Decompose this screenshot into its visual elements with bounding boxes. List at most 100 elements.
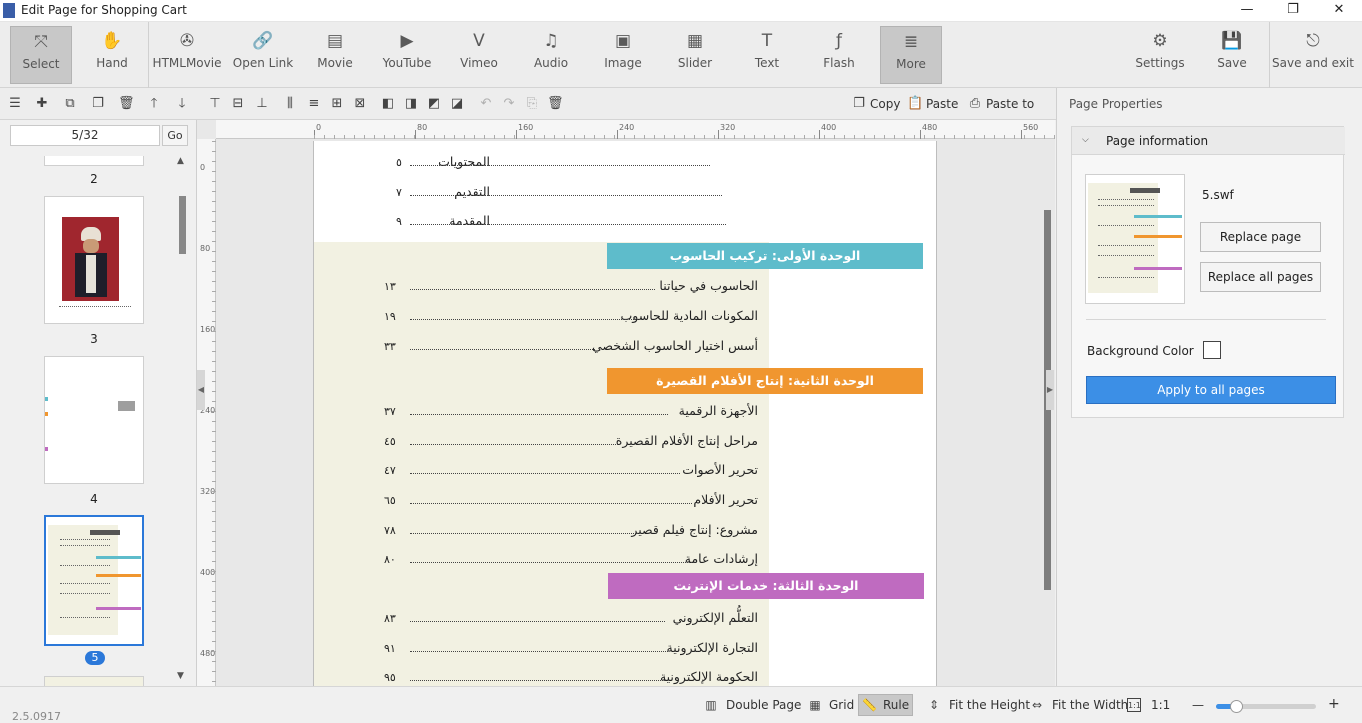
list-icon[interactable]: ☰ (7, 96, 23, 112)
save-and-exit-button[interactable]: ⎋ Save and exit (1272, 26, 1354, 84)
zoom-slider-knob[interactable] (1230, 700, 1243, 713)
go-button[interactable]: Go (162, 125, 188, 146)
minimize-button[interactable]: — (1224, 0, 1270, 22)
send-backward-icon[interactable]: ◩ (426, 96, 442, 112)
paste-icon[interactable]: 📋 (907, 96, 923, 112)
distribute-h-icon[interactable]: ⫼ (282, 96, 298, 112)
fit-height-button[interactable]: Fit the Height (949, 698, 1030, 712)
document-page[interactable]: المحتويات ٥ التقديم ٧ المقدمة ٩ الوحدة الأولى:… (313, 141, 937, 686)
undo-icon[interactable]: ↶ (478, 96, 494, 112)
replace-page-button[interactable]: Replace page (1200, 222, 1321, 252)
scroll-down-icon[interactable]: ▼ (177, 671, 184, 681)
unit-banner[interactable]: الوحدة الثالثة: خدمات الإنترنت (608, 573, 924, 599)
toc-entry-title[interactable]: الحاسوب في حياتنا (659, 278, 758, 293)
delete-page-icon[interactable]: 🗑 (118, 96, 135, 112)
section-header[interactable]: ⌵ Page information (1072, 127, 1345, 155)
settings-button[interactable]: ⚙ Settings (1128, 26, 1192, 84)
delete-object-icon[interactable]: 🗑 (547, 96, 564, 112)
page-thumbnail-6[interactable] (44, 676, 144, 686)
fit-width-icon[interactable]: ⇔ (1030, 698, 1044, 712)
open-link-button[interactable]: 🔗 Open Link (228, 26, 298, 84)
page-thumbnail-5[interactable] (44, 515, 144, 646)
add-page-icon[interactable]: ✚ (34, 96, 50, 112)
same-width-icon[interactable]: ⊞ (329, 96, 345, 112)
text-button[interactable]: T Text (732, 26, 802, 84)
distribute-v-icon[interactable]: ≡ (306, 96, 322, 112)
duplicate-page-icon[interactable]: ⧉ (62, 96, 78, 112)
unit-banner[interactable]: الوحدة الأولى: تركيب الحاسوب (607, 243, 923, 269)
copy-page-icon[interactable]: ❐ (90, 96, 106, 112)
image-button[interactable]: ▣ Image (588, 26, 658, 84)
scrollbar-thumb[interactable] (179, 196, 186, 254)
move-down-icon[interactable]: 🡓 (174, 96, 190, 112)
copy-button[interactable]: Copy (870, 97, 900, 111)
toc-entry-title[interactable]: المكونات المادية للحاسوب (621, 308, 758, 323)
slider-button[interactable]: ▦ Slider (660, 26, 730, 84)
pages-scrollbar[interactable]: ▲ ▼ (177, 156, 189, 684)
toc-entry-title[interactable]: التقديم (454, 184, 490, 199)
htmlmovie-button[interactable]: ✇ HTMLMovie (152, 26, 222, 84)
redo-icon[interactable]: ↷ (501, 96, 517, 112)
zoom-slider[interactable] (1216, 700, 1316, 713)
toc-entry-title[interactable]: التعلُّم الإلكتروني (673, 610, 758, 625)
grid-button[interactable]: Grid (829, 698, 854, 712)
toc-entry-title[interactable]: أسس اختيار الحاسوب الشخصي (592, 338, 758, 353)
background-color-swatch[interactable] (1203, 341, 1221, 359)
toc-entry-title[interactable]: المحتويات (438, 154, 490, 169)
page-number-input[interactable]: 5/32 (10, 125, 160, 146)
movie-button[interactable]: ▤ Movie (300, 26, 370, 84)
unit-banner[interactable]: الوحدة الثانية: إنتاج الأفلام القصيرة (607, 368, 923, 394)
bring-forward-icon[interactable]: ◨ (403, 96, 419, 112)
fit-width-button[interactable]: Fit the Width (1052, 698, 1128, 712)
toc-entry-title[interactable]: المقدمة (449, 213, 490, 228)
align-middle-icon[interactable]: ⊟ (230, 96, 246, 112)
double-page-icon[interactable]: ▥ (704, 698, 718, 712)
zoom-out-button[interactable]: — (1192, 698, 1204, 712)
save-button[interactable]: 💾 Save (1204, 26, 1260, 84)
toc-entry-title[interactable]: تحرير الأفلام (693, 492, 758, 507)
rule-button[interactable]: Rule (883, 698, 909, 712)
history-icon[interactable]: ⎘ (524, 96, 540, 112)
page-thumbnail-2[interactable] (44, 156, 144, 166)
zoom-in-button[interactable]: + (1328, 696, 1340, 712)
bring-front-icon[interactable]: ◧ (380, 96, 396, 112)
paste-to-icon[interactable]: ⎙ (967, 96, 983, 112)
paste-to-button[interactable]: Paste to (986, 97, 1034, 111)
double-page-button[interactable]: Double Page (726, 698, 801, 712)
send-back-icon[interactable]: ◪ (449, 96, 465, 112)
replace-all-pages-button[interactable]: Replace all pages (1200, 262, 1321, 292)
more-button[interactable]: ≣ More (880, 26, 942, 84)
align-bottom-icon[interactable]: ⊥ (254, 96, 270, 112)
actual-size-icon[interactable]: 1:1 (1127, 698, 1141, 712)
move-up-icon[interactable]: 🡑 (146, 96, 162, 112)
toc-entry-title[interactable]: التجارة الإلكترونية (667, 640, 758, 655)
toc-entry-title[interactable]: مراحل إنتاج الأفلام القصيرة (616, 433, 758, 448)
collapse-right-icon[interactable]: ▶ (1046, 370, 1054, 410)
page-thumbnail-3[interactable] (44, 196, 144, 324)
toc-entry-title[interactable]: تحرير الأصوات (682, 462, 758, 477)
scroll-up-icon[interactable]: ▲ (177, 156, 184, 166)
fit-height-icon[interactable]: ⇕ (927, 698, 941, 712)
flash-button[interactable]: ƒ Flash (804, 26, 874, 84)
paste-button[interactable]: Paste (926, 97, 958, 111)
select-button[interactable]: ⤧ Select (10, 26, 72, 84)
apply-to-all-pages-button[interactable]: Apply to all pages (1086, 376, 1336, 404)
ruler-minor-tick (212, 471, 216, 472)
collapse-left-icon[interactable]: ◀ (197, 370, 205, 410)
toc-entry-title[interactable]: الحكومة الإلكترونية (660, 669, 758, 684)
close-button[interactable]: ✕ (1316, 0, 1362, 22)
same-height-icon[interactable]: ⊠ (352, 96, 368, 112)
vimeo-button[interactable]: V Vimeo (440, 26, 518, 84)
audio-button[interactable]: ♫ Audio (516, 26, 586, 84)
copy-icon[interactable]: ❐ (851, 96, 867, 112)
youtube-button[interactable]: ▶ YouTube (370, 26, 444, 84)
actual-size-button[interactable]: 1:1 (1151, 698, 1170, 712)
page-thumbnail-4[interactable] (44, 356, 144, 484)
restore-button[interactable]: ❐ (1270, 0, 1316, 22)
grid-icon[interactable]: ▦ (808, 698, 822, 712)
hand-button[interactable]: ✋ Hand (80, 26, 144, 84)
toc-entry-title[interactable]: الأجهزة الرقمية (679, 403, 758, 418)
toc-entry-title[interactable]: إرشادات عامة (685, 551, 758, 566)
align-top-icon[interactable]: ⊤ (207, 96, 223, 112)
toc-entry-title[interactable]: مشروع: إنتاج فيلم قصير (631, 522, 758, 537)
